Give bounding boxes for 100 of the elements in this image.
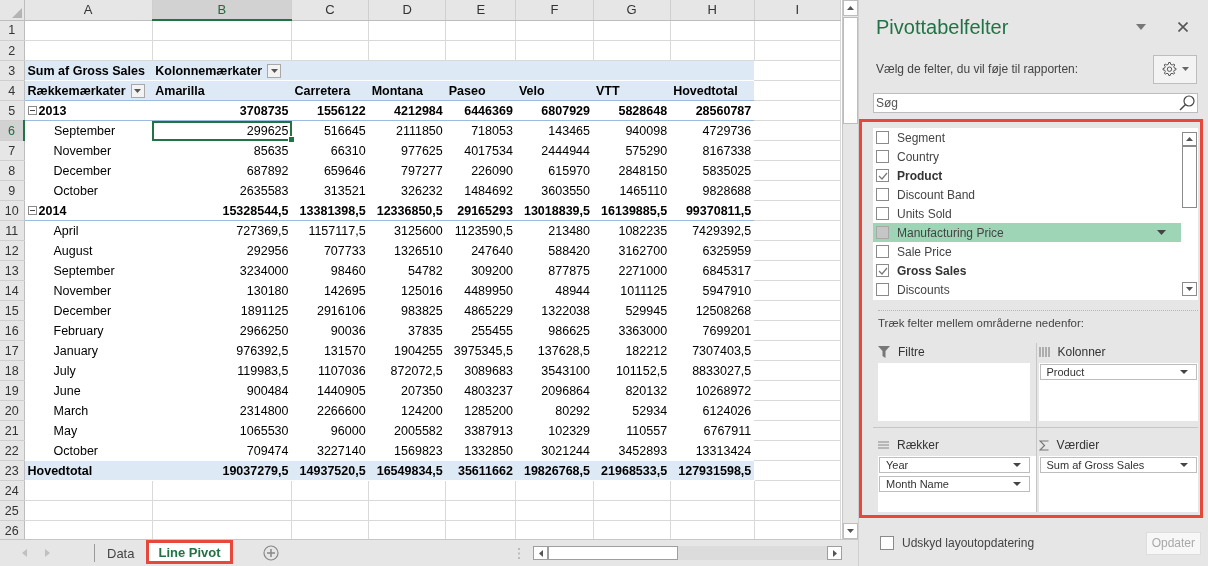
scroll-left-button[interactable] xyxy=(533,546,548,560)
row-header[interactable]: 21 xyxy=(0,420,25,441)
row-header[interactable]: 16 xyxy=(0,320,25,341)
filter-dropdown-button[interactable] xyxy=(267,63,282,78)
row-header[interactable]: 20 xyxy=(0,400,25,421)
row-header[interactable]: 25 xyxy=(0,500,25,521)
table-cell: 130180 xyxy=(246,283,289,298)
table-cell: 6767911 xyxy=(703,423,752,438)
row-header[interactable]: 5 xyxy=(0,100,25,121)
scrollbar-thumb[interactable] xyxy=(548,546,678,560)
collapse-icon[interactable] xyxy=(27,106,37,115)
checkbox[interactable] xyxy=(876,207,889,220)
filter-dropdown-button[interactable] xyxy=(130,83,145,98)
column-header[interactable]: A xyxy=(24,0,153,20)
field-item[interactable]: Country xyxy=(873,147,1181,166)
scroll-up-button[interactable] xyxy=(843,0,858,16)
checkbox[interactable] xyxy=(876,226,889,239)
table-cell: 1440905 xyxy=(316,383,366,398)
table-cell: 13381398,5 xyxy=(299,203,366,218)
row-header[interactable]: 4 xyxy=(0,80,25,101)
settings-button[interactable] xyxy=(1153,54,1197,84)
table-cell: 12336850,5 xyxy=(376,203,443,218)
drop-area[interactable]: Year Month Name xyxy=(878,456,1036,512)
area-field[interactable]: Year xyxy=(879,457,1030,473)
add-sheet-icon[interactable] xyxy=(262,545,279,561)
row-header[interactable]: 15 xyxy=(0,300,25,321)
area-field[interactable]: Product xyxy=(1039,364,1197,380)
area-field[interactable]: Sum af Gross Sales xyxy=(1039,457,1197,473)
column-header[interactable]: B xyxy=(152,0,292,20)
field-item[interactable]: Segment xyxy=(873,128,1181,147)
row-header[interactable]: 19 xyxy=(0,380,25,401)
row-header[interactable]: 9 xyxy=(0,180,25,201)
row-header[interactable]: 1 xyxy=(0,20,25,41)
field-item[interactable]: Sale Price xyxy=(873,242,1181,261)
field-item[interactable]: Gross Sales xyxy=(873,261,1181,280)
table-cell: 1556122 xyxy=(316,103,366,118)
checkbox[interactable] xyxy=(876,169,889,182)
column-header[interactable]: D xyxy=(368,0,446,20)
table-cell: 709474 xyxy=(246,443,289,458)
table-cell: 3363000 xyxy=(618,323,668,338)
row-header[interactable]: 17 xyxy=(0,340,25,361)
scroll-down-button[interactable] xyxy=(843,523,858,540)
row-header[interactable]: 14 xyxy=(0,280,25,301)
checkbox[interactable] xyxy=(876,188,889,201)
drop-area[interactable]: Product xyxy=(1038,363,1198,421)
scroll-up-button[interactable] xyxy=(1182,132,1197,146)
field-item[interactable]: Manufacturing Price xyxy=(873,223,1181,242)
caret-icon[interactable] xyxy=(1157,230,1166,235)
row-header[interactable]: 13 xyxy=(0,260,25,281)
row-header[interactable]: 7 xyxy=(0,140,25,161)
close-icon[interactable] xyxy=(1178,22,1188,32)
checkbox[interactable] xyxy=(880,536,894,550)
table-cell: 575290 xyxy=(625,143,668,158)
checkbox[interactable] xyxy=(876,150,889,163)
row-header[interactable]: 6 xyxy=(0,120,25,141)
table-cell: 1011125 xyxy=(620,283,668,298)
scroll-down-button[interactable] xyxy=(1182,282,1197,296)
right-arrow-icon xyxy=(832,549,837,557)
search-icon[interactable] xyxy=(1179,95,1195,111)
field-item[interactable]: Units Sold xyxy=(873,204,1181,223)
search-field[interactable]: Søg xyxy=(873,93,1198,113)
row-header[interactable]: 12 xyxy=(0,240,25,261)
checkbox[interactable] xyxy=(876,131,889,144)
table-cell: 21968533,5 xyxy=(601,463,668,478)
area-field[interactable]: Month Name xyxy=(879,476,1030,492)
row-header[interactable]: 11 xyxy=(0,220,25,241)
table-cell: 877875 xyxy=(548,263,590,278)
table-cell: 1285200 xyxy=(464,403,513,418)
field-item[interactable]: Discounts xyxy=(873,280,1181,299)
column-header[interactable]: F xyxy=(515,0,593,20)
row-header[interactable]: 22 xyxy=(0,440,25,461)
row-header[interactable]: 10 xyxy=(0,200,25,221)
sheet-tab[interactable]: Data xyxy=(95,541,147,565)
checkbox[interactable] xyxy=(876,283,889,296)
row-header[interactable]: 24 xyxy=(0,480,25,501)
checkbox[interactable] xyxy=(876,264,889,277)
row-label: 2013 xyxy=(38,103,67,118)
scrollbar-thumb[interactable] xyxy=(1182,146,1197,208)
column-header[interactable]: H xyxy=(670,0,755,20)
caret-icon[interactable] xyxy=(1136,24,1146,30)
column-header[interactable]: E xyxy=(445,0,516,20)
drop-area[interactable]: Sum af Gross Sales xyxy=(1038,456,1198,512)
sheet-tab[interactable]: Line Pivot xyxy=(146,540,233,564)
row-header[interactable]: 23 xyxy=(0,460,25,481)
field-item[interactable]: Discount Band xyxy=(873,185,1181,204)
field-item[interactable]: Product xyxy=(873,166,1181,185)
column-header[interactable]: C xyxy=(291,0,369,20)
table-cell: 16139885,5 xyxy=(601,203,668,218)
column-header[interactable]: I xyxy=(754,0,841,20)
row-header[interactable]: 3 xyxy=(0,60,25,81)
row-header[interactable]: 8 xyxy=(0,160,25,181)
column-header[interactable]: G xyxy=(593,0,671,20)
checkbox-label[interactable]: Udskyd layoutopdatering xyxy=(902,536,1146,550)
collapse-icon[interactable] xyxy=(27,206,37,215)
scrollbar-thumb[interactable] xyxy=(843,17,858,124)
fill-handle[interactable] xyxy=(287,136,295,143)
checkbox[interactable] xyxy=(876,245,889,258)
row-header[interactable]: 2 xyxy=(0,40,25,61)
row-header[interactable]: 18 xyxy=(0,360,25,381)
scroll-right-button[interactable] xyxy=(827,546,842,560)
